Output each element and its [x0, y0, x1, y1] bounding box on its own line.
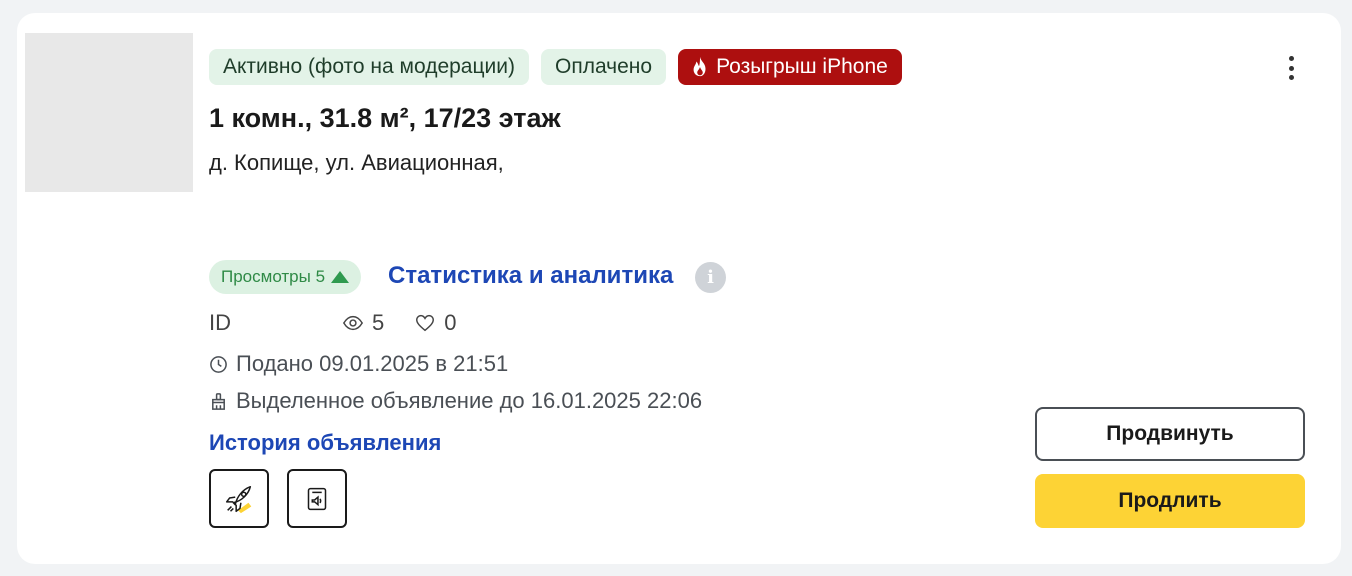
- status-badge-active: Активно (фото на модерации): [209, 49, 529, 85]
- promote-button[interactable]: Продвинуть: [1035, 407, 1305, 461]
- extend-button[interactable]: Продлить: [1035, 474, 1305, 528]
- promo-badge[interactable]: Розыгрыш iPhone: [678, 49, 902, 85]
- views-count: 5: [372, 310, 385, 335]
- rocket-icon: [225, 485, 252, 513]
- listing-photo-placeholder[interactable]: [25, 33, 193, 192]
- views-trend-badge: Просмотры 5: [209, 260, 362, 294]
- listing-address: д. Копище, ул. Авиационная,: [209, 150, 504, 175]
- info-icon[interactable]: i: [695, 262, 726, 293]
- listing-id-label: ID: [209, 310, 231, 335]
- status-badge-paid: Оплачено: [540, 49, 667, 85]
- listing-history-link[interactable]: История объявления: [209, 430, 441, 456]
- views-trend-label: Просмотры 5: [221, 267, 326, 286]
- statistics-link[interactable]: Статистика и аналитика: [388, 262, 673, 290]
- highlight-row: Выделенное объявление до 16.01.2025 22:0…: [209, 388, 702, 414]
- status-badges: Активно (фото на модерации) Оплачено Роз…: [209, 49, 902, 85]
- kebab-menu-icon[interactable]: [1281, 53, 1301, 83]
- boost-button[interactable]: [209, 469, 269, 528]
- posted-date: Подано 09.01.2025 в 21:51: [236, 351, 509, 376]
- brush-icon: [212, 392, 225, 410]
- listing-title: 1 комн., 31.8 м², 17/23 этаж: [209, 103, 561, 133]
- promo-badge-label: Розыгрыш iPhone: [716, 55, 888, 78]
- posted-date-row: Подано 09.01.2025 в 21:51: [209, 351, 508, 377]
- fire-icon: [693, 56, 706, 77]
- listing-card: Активно (фото на модерации) Оплачено Роз…: [17, 13, 1341, 564]
- speaker-icon: [307, 487, 327, 510]
- announce-button[interactable]: [287, 469, 347, 528]
- eye-icon: [342, 315, 364, 331]
- listing-counters: 5 0: [342, 310, 457, 336]
- clock-icon: [210, 355, 227, 373]
- triangle-up-icon: [331, 271, 350, 283]
- likes-count: 0: [444, 310, 457, 335]
- heart-icon: [416, 314, 435, 332]
- highlight-until: Выделенное объявление до 16.01.2025 22:0…: [236, 388, 703, 413]
